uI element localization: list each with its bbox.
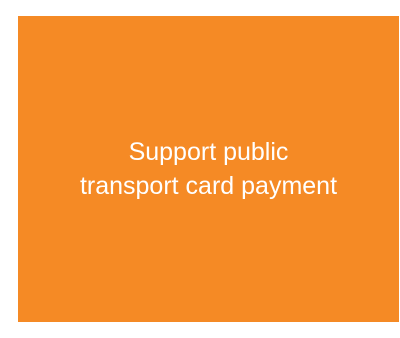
feature-tile-line-1: Support public [128,138,289,166]
feature-tile-text: Support public transport card payment [80,135,337,203]
feature-tile-line-2: transport card payment [79,172,338,200]
feature-tile: Support public transport card payment [18,16,399,322]
